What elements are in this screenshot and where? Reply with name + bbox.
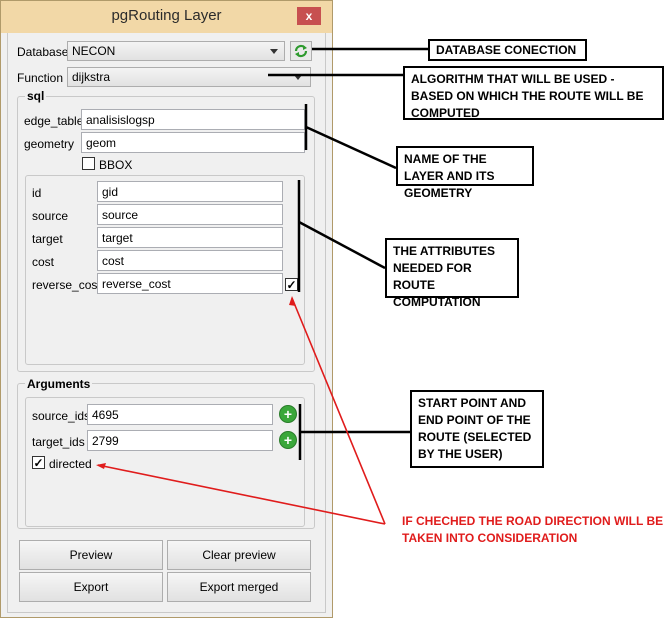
sql-group-title: sql <box>25 89 47 103</box>
edge-table-label: edge_table <box>24 114 84 128</box>
function-value: dijkstra <box>72 70 111 84</box>
annotation-algorithm: ALGORITHM THAT WILL BE USED - BASED ON W… <box>403 66 664 120</box>
reverse-cost-input[interactable]: reverse_cost <box>97 273 283 294</box>
source-ids-label: source_ids <box>32 409 91 423</box>
cost-input[interactable]: cost <box>97 250 283 271</box>
geometry-label: geometry <box>24 137 75 151</box>
annotation-points: START POINT AND END POINT OF THE ROUTE (… <box>410 390 544 468</box>
target-label: target <box>32 232 63 246</box>
cost-label: cost <box>32 255 55 269</box>
database-value: NECON <box>72 44 116 58</box>
title-bar[interactable]: pgRouting Layer x <box>1 1 332 33</box>
id-label: id <box>32 186 42 200</box>
database-label: Database <box>17 45 69 59</box>
edge-table-input[interactable]: analisislogsp <box>81 109 305 130</box>
bbox-checkbox[interactable] <box>82 157 95 170</box>
function-label: Function <box>17 71 64 85</box>
geometry-input[interactable]: geom <box>81 132 305 153</box>
annotation-directed: IF CHECHED THE ROAD DIRECTION WILL BE TA… <box>402 514 664 545</box>
export-button[interactable]: Export <box>19 572 163 602</box>
target-ids-label: target_ids <box>32 435 85 449</box>
close-button[interactable]: x <box>297 7 321 25</box>
export-merged-button[interactable]: Export merged <box>167 572 311 602</box>
arguments-group-title: Arguments <box>25 377 93 391</box>
directed-checkbox[interactable]: ✓ <box>32 456 45 469</box>
plus-icon: + <box>283 406 293 422</box>
reverse-cost-checkbox[interactable]: ✓ <box>285 278 298 291</box>
id-input[interactable]: gid <box>97 181 283 202</box>
target-input[interactable]: target <box>97 227 283 248</box>
close-icon: x <box>305 9 313 23</box>
source-ids-input[interactable]: 4695 <box>87 404 273 425</box>
target-ids-input[interactable]: 2799 <box>87 430 273 451</box>
window-title: pgRouting Layer <box>111 7 222 24</box>
plus-icon: + <box>283 432 293 448</box>
refresh-button[interactable] <box>290 41 312 61</box>
source-input[interactable]: source <box>97 204 283 225</box>
refresh-icon <box>294 44 308 58</box>
source-label: source <box>32 209 69 223</box>
reverse-cost-label: reverse_cost <box>32 278 101 292</box>
directed-label: directed <box>49 457 92 471</box>
bbox-label: BBOX <box>99 158 133 172</box>
chevron-down-icon <box>294 75 302 80</box>
chevron-down-icon <box>270 49 278 54</box>
annotation-attributes: THE ATTRIBUTES NEEDED FOR ROUTE COMPUTAT… <box>385 238 519 309</box>
add-target-button[interactable]: + <box>279 431 297 449</box>
annotation-layer: NAME OF THE LAYER AND ITS GEOMETRY <box>396 146 534 200</box>
database-combo[interactable]: NECON <box>67 41 285 61</box>
clear-preview-button[interactable]: Clear preview <box>167 540 311 570</box>
function-combo[interactable]: dijkstra <box>67 67 311 87</box>
preview-button[interactable]: Preview <box>19 540 163 570</box>
add-source-button[interactable]: + <box>279 405 297 423</box>
annotation-database: DATABASE CONECTION <box>428 39 587 61</box>
pgrouting-window: pgRouting Layer x Database NECON Functio… <box>0 0 333 618</box>
